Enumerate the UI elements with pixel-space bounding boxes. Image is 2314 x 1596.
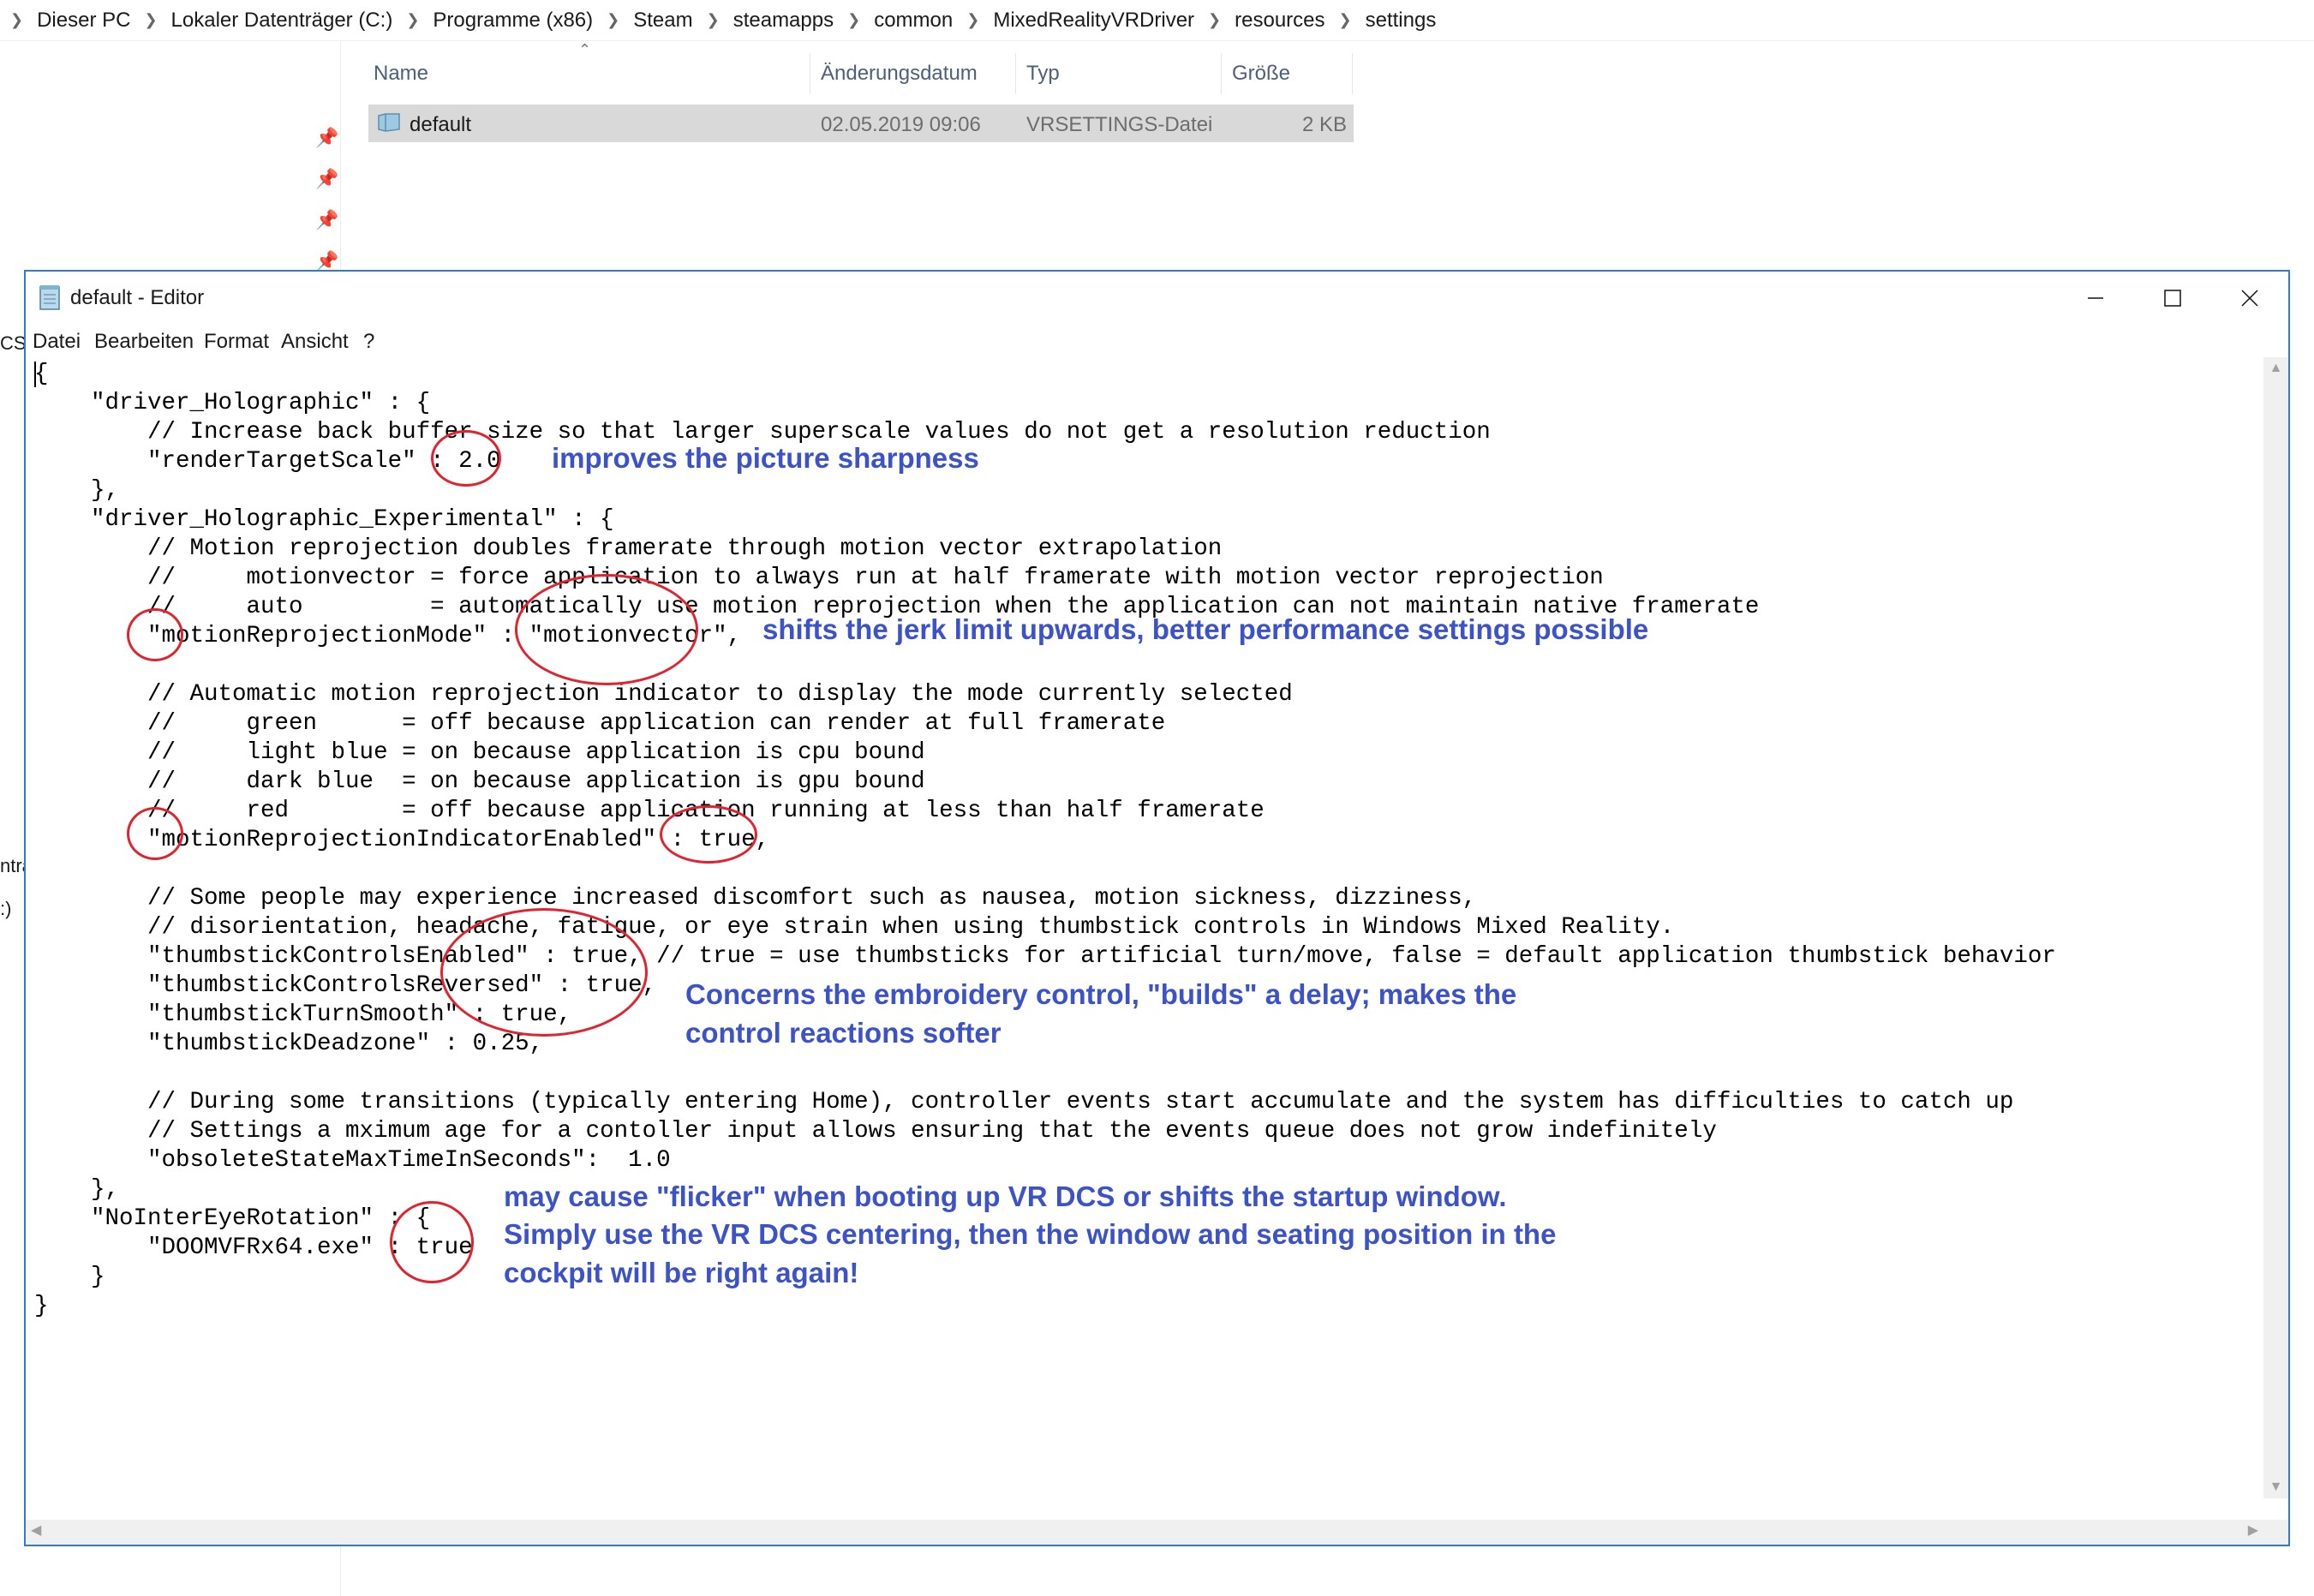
breadcrumb-item[interactable]: resources (1235, 9, 1324, 33)
chevron-right-icon[interactable]: ❯ (406, 11, 419, 29)
annotation-thumbstick: Concerns the embroidery control, "builds… (685, 978, 1517, 1010)
column-header-type[interactable]: Typ (1026, 62, 1060, 86)
column-divider[interactable] (1221, 53, 1222, 94)
scrollbar-corner (2263, 1520, 2288, 1545)
code-line: { (34, 361, 49, 387)
annotation-thumbstick: control reactions softer (685, 1017, 1002, 1049)
file-type: VRSETTINGS-Datei (1026, 113, 1213, 136)
code-line: // Some people may experience increased … (34, 885, 1477, 912)
pin-icon[interactable]: 📌 (315, 127, 338, 149)
chevron-right-icon[interactable]: ❯ (10, 11, 23, 29)
maximize-button[interactable] (2134, 272, 2211, 325)
breadcrumb-item[interactable]: Lokaler Datenträger (C:) (171, 9, 393, 33)
code-line: } (34, 1293, 49, 1319)
file-name: default (410, 113, 472, 136)
annotation-jerk-limit: shifts the jerk limit upwards, better pe… (762, 613, 1649, 645)
annotation-sharpness: improves the picture sharpness (552, 442, 979, 474)
window-title: default - Editor (70, 286, 205, 309)
highlight-ring (440, 908, 648, 1037)
chevron-right-icon[interactable]: ❯ (607, 11, 619, 29)
code-line: // Motion reprojection doubles framerate… (34, 535, 1223, 562)
breadcrumb-item[interactable]: settings (1366, 9, 1437, 33)
column-divider[interactable] (1352, 53, 1353, 94)
highlight-ring (431, 430, 501, 487)
breadcrumb-item[interactable]: Dieser PC (37, 9, 130, 33)
code-line: "obsoleteStateMaxTimeInSeconds": 1.0 (34, 1147, 671, 1174)
scroll-right-icon[interactable]: ▶ (2248, 1521, 2258, 1539)
code-line: }, (34, 477, 120, 504)
chevron-right-icon[interactable]: ❯ (1208, 11, 1221, 29)
annotation-flicker: may cause "flicker" when booting up VR D… (504, 1181, 1507, 1212)
menu-help[interactable]: ? (363, 330, 374, 354)
breadcrumb: ❯ Dieser PC ❯ Lokaler Datenträger (C:) ❯… (0, 0, 2314, 41)
file-date: 02.05.2019 09:06 (821, 113, 981, 136)
scroll-left-icon[interactable]: ◀ (31, 1521, 41, 1539)
code-line: } (34, 1264, 105, 1290)
annotation-flicker: Simply use the VR DCS centering, then th… (504, 1218, 1557, 1250)
chevron-right-icon[interactable]: ❯ (144, 11, 157, 29)
menu-datei[interactable]: Datei (33, 330, 81, 354)
horizontal-scrollbar[interactable]: ◀ ▶ (26, 1520, 2265, 1545)
code-line: // disorientation, headache, fatigue, or… (34, 914, 1675, 941)
column-header-size[interactable]: Größe (1232, 62, 1290, 86)
breadcrumb-item[interactable]: common (874, 9, 953, 33)
minimize-icon (2088, 297, 2103, 299)
breadcrumb-item[interactable]: Programme (x86) (433, 9, 593, 33)
code-line: // light blue = on because application i… (34, 739, 925, 766)
file-row-selected[interactable]: default 02.05.2019 09:06 VRSETTINGS-Date… (368, 105, 1354, 142)
navigation-item-fragment: CS (0, 332, 27, 354)
code-line: // dark blue = on because application is… (34, 768, 925, 795)
code-line: // During some transitions (typically en… (34, 1089, 2014, 1115)
menu-bar: Datei Bearbeiten Format Ansicht ? (26, 325, 2288, 359)
maximize-icon (2164, 290, 2181, 307)
code-line: // red = off because application running… (34, 798, 1265, 824)
highlight-ring (515, 574, 698, 685)
scroll-up-icon[interactable]: ▲ (2263, 361, 2288, 376)
chevron-right-icon[interactable]: ❯ (966, 11, 979, 29)
notepad-icon (39, 285, 60, 310)
sort-ascending-icon: ⌃ (578, 41, 592, 58)
menu-ansicht[interactable]: Ansicht (281, 330, 349, 354)
code-line: }, (34, 1176, 120, 1203)
highlight-ring (127, 807, 183, 860)
minimize-button[interactable] (2057, 272, 2134, 325)
column-header-date[interactable]: Änderungsdatum (821, 62, 978, 86)
highlight-ring (127, 608, 183, 661)
close-icon (2241, 290, 2258, 307)
highlight-ring (390, 1201, 474, 1283)
text-editor-area[interactable]: { "driver_Holographic" : { // Increase b… (27, 357, 2264, 1498)
vertical-scrollbar[interactable]: ▲ ▼ (2263, 357, 2288, 1498)
code-line: "thumbstickControlsEnabled" : true, // t… (34, 943, 2056, 970)
breadcrumb-item[interactable]: Steam (633, 9, 692, 33)
title-bar[interactable]: default - Editor (26, 272, 2288, 325)
code-line: // Settings a mximum age for a contoller… (34, 1118, 1717, 1145)
file-icon (378, 113, 400, 132)
annotation-flicker: cockpit will be right again! (504, 1257, 859, 1288)
navigation-item-fragment: :) (0, 898, 12, 919)
chevron-right-icon[interactable]: ❯ (1339, 11, 1352, 29)
code-line: // motionvector = force application to a… (34, 565, 1604, 591)
editor-window: default - Editor Datei Bearbeiten Format… (24, 270, 2290, 1546)
code-line: "NoInterEyeRotation" : { (34, 1205, 431, 1232)
highlight-ring (660, 805, 757, 864)
close-button[interactable] (2211, 272, 2288, 325)
code-line: "driver_Holographic" : { (34, 390, 431, 416)
file-list-header: ⌃ Name Änderungsdatum Typ Größe (360, 41, 1354, 94)
chevron-right-icon[interactable]: ❯ (847, 11, 860, 29)
scroll-down-icon[interactable]: ▼ (2263, 1479, 2288, 1495)
breadcrumb-item[interactable]: steamapps (733, 9, 834, 33)
code-line: // Automatic motion reprojection indicat… (34, 681, 1293, 708)
menu-format[interactable]: Format (204, 330, 269, 354)
column-divider[interactable] (1015, 53, 1016, 94)
code-line: // green = off because application can r… (34, 710, 1166, 737)
breadcrumb-item[interactable]: MixedRealityVRDriver (993, 9, 1194, 33)
file-size: 2 KB (1301, 113, 1347, 136)
pin-icon[interactable]: 📌 (315, 209, 338, 231)
menu-bearbeiten[interactable]: Bearbeiten (94, 330, 194, 354)
chevron-right-icon[interactable]: ❯ (707, 11, 720, 29)
code-line: "driver_Holographic_Experimental" : { (34, 506, 614, 533)
pin-icon[interactable]: 📌 (315, 168, 338, 190)
code-line: "thumbstickDeadzone" : 0.25, (34, 1031, 544, 1057)
column-header-name[interactable]: Name (374, 62, 428, 86)
